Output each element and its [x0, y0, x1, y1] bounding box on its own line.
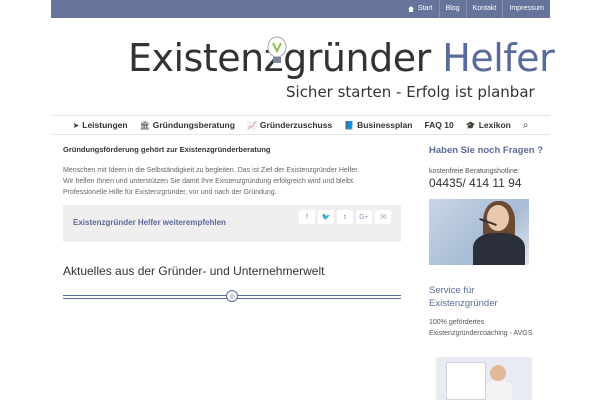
- graduation-cap-icon: 🎓: [465, 120, 476, 130]
- bank-icon: 🏛: [139, 120, 150, 130]
- feed-icon: ◎: [226, 290, 238, 302]
- intro-text: Menschen mit Ideen in die Selbständigkei…: [63, 165, 401, 198]
- top-nav-label: Impressum: [509, 5, 544, 12]
- photo-presenter-body: [486, 381, 512, 400]
- intro-line: Wir helfen Ihnen und unterstützen Sie da…: [63, 178, 355, 185]
- intro-line: Menschen mit Ideen in die Selbständigkei…: [63, 167, 360, 174]
- photo-flipchart: [446, 362, 486, 400]
- home-icon: [407, 5, 415, 13]
- top-nav: Start Blog Kontakt Impressum: [402, 0, 550, 18]
- share-label: Existenzgründer Helfer weiterempfehlen: [73, 218, 226, 227]
- nav-item-gruendungsberatung[interactable]: 🏛 Gründungsberatung: [140, 120, 235, 130]
- hotline-agent-photo: [429, 199, 529, 265]
- nav-label: Gründerzuschuss: [259, 120, 333, 130]
- top-nav-label: Kontakt: [472, 5, 497, 12]
- photo-face: [487, 205, 509, 231]
- sidebar-question-title: Haben Sie noch Fragen ?: [429, 145, 544, 156]
- hotline-phone[interactable]: 04435/ 414 11 94: [429, 176, 522, 190]
- top-nav-start[interactable]: Start: [402, 0, 439, 18]
- sidebar-service-title[interactable]: Service für Existenzgründer: [429, 284, 539, 310]
- google-plus-icon[interactable]: G+: [356, 210, 372, 224]
- email-icon[interactable]: ✉: [375, 210, 391, 224]
- paper-plane-icon: ➤: [72, 120, 80, 130]
- intro-heading: Gründungsförderung gehört zur Existenzgr…: [63, 145, 271, 154]
- intro-line: Professionelle Hilfe für Existenzgründer…: [63, 189, 277, 196]
- facebook-icon[interactable]: f: [299, 210, 315, 224]
- sidebar: Haben Sie noch Fragen ?: [429, 145, 550, 156]
- nav-label: FAQ 10: [424, 120, 454, 130]
- nav-search[interactable]: ⌕: [523, 120, 529, 131]
- news-title: Aktuelles aus der Gründer- und Unternehm…: [63, 264, 325, 278]
- photo-body: [473, 233, 525, 265]
- share-box: Existenzgründer Helfer weiterempfehlen f…: [63, 205, 401, 242]
- nav-item-leistungen[interactable]: ➤ Leistungen: [73, 120, 128, 130]
- photo-presenter-face: [490, 365, 506, 381]
- twitter-icon[interactable]: 🐦: [318, 210, 334, 224]
- logo-tagline: Sicher starten - Erfolg ist planbar: [286, 83, 535, 101]
- lightbulb-icon: [267, 36, 287, 63]
- nav-label: Leistungen: [82, 120, 128, 130]
- top-nav-blog[interactable]: Blog: [438, 0, 466, 18]
- top-nav-label: Start: [417, 5, 433, 12]
- top-nav-impressum[interactable]: Impressum: [502, 0, 550, 18]
- nav-label: Gründungsberatung: [152, 120, 235, 130]
- logo-wordmark: Existenzgründer Helfer: [128, 36, 555, 80]
- nav-item-faq[interactable]: FAQ 10: [424, 120, 453, 130]
- sidebar-service-text: 100% gefördertes Existenzgründercoaching…: [429, 319, 533, 337]
- nav-label: Lexikon: [478, 120, 511, 130]
- tumblr-icon[interactable]: t: [337, 210, 353, 224]
- logo-part-blue: Helfer: [442, 36, 555, 80]
- coaching-photo[interactable]: [436, 357, 532, 400]
- main-nav: ➤ Leistungen 🏛 Gründungsberatung 📈 Gründ…: [51, 115, 550, 135]
- search-icon: ⌕: [522, 119, 529, 131]
- top-nav-kontakt[interactable]: Kontakt: [465, 0, 503, 18]
- hotline-label: kostenfreie Beratungshotline:: [429, 168, 520, 175]
- book-icon: 📘: [344, 120, 355, 130]
- nav-item-gruenderzuschuss[interactable]: 📈 Gründerzuschuss: [247, 120, 332, 130]
- site-logo[interactable]: Existenzgründer Helfer Sicher starten - …: [128, 36, 555, 106]
- share-buttons: f 🐦 t G+ ✉: [299, 210, 391, 224]
- intro-section: Gründungsförderung gehört zur Existenzgr…: [63, 145, 401, 198]
- nav-item-businessplan[interactable]: 📘 Businessplan: [344, 120, 412, 130]
- nav-item-lexikon[interactable]: 🎓 Lexikon: [466, 120, 511, 130]
- chart-icon: 📈: [246, 120, 257, 130]
- nav-label: Businessplan: [357, 120, 413, 130]
- top-nav-label: Blog: [445, 5, 460, 12]
- top-bar: Start Blog Kontakt Impressum: [51, 0, 550, 18]
